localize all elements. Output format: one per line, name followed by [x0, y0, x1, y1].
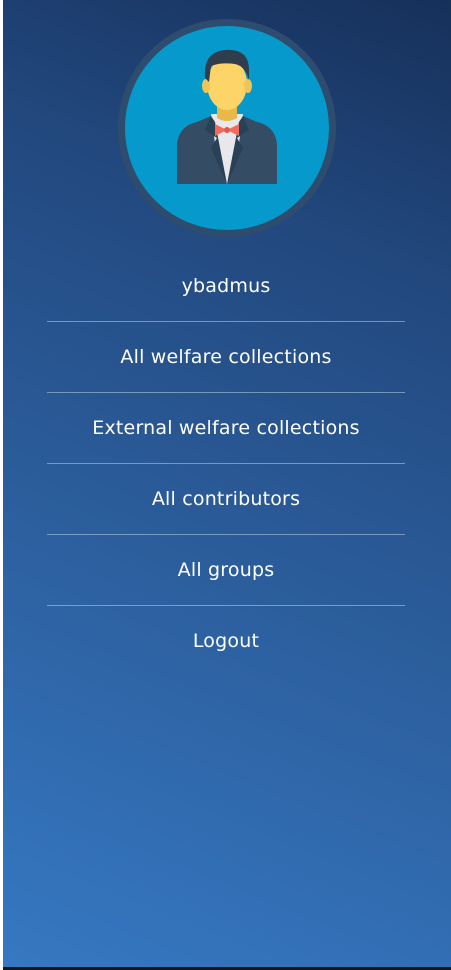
avatar	[118, 19, 336, 237]
nav-menu: ybadmus All welfare collections External…	[47, 251, 405, 676]
menu-item-all-welfare-collections[interactable]: All welfare collections	[47, 322, 405, 393]
menu-item-all-groups[interactable]: All groups	[47, 535, 405, 606]
menu-item-all-contributors[interactable]: All contributors	[47, 464, 405, 535]
username-label: ybadmus	[47, 251, 405, 322]
menu-item-external-welfare-collections[interactable]: External welfare collections	[47, 393, 405, 464]
businessman-avatar-icon	[177, 49, 277, 184]
side-drawer: ybadmus All welfare collections External…	[3, 0, 451, 970]
menu-item-logout[interactable]: Logout	[47, 606, 405, 676]
